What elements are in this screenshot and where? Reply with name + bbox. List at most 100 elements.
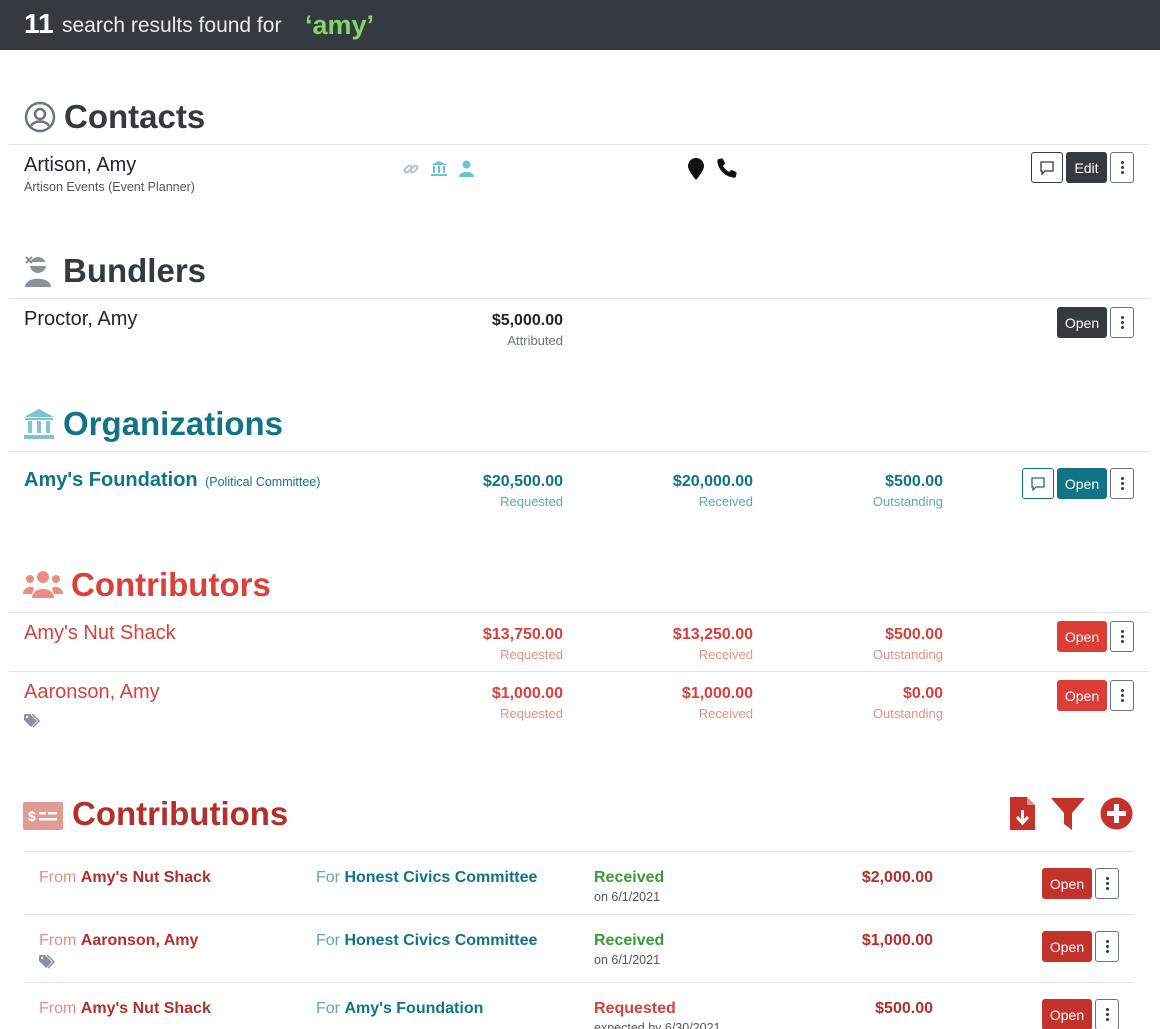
received-amount: $20,000.00 bbox=[672, 473, 753, 490]
contribution-for: For Honest Civics Committee bbox=[316, 869, 538, 886]
for-link[interactable]: Honest Civics Committee bbox=[344, 869, 537, 886]
money-check-icon: $ bbox=[23, 800, 64, 830]
tags-icon[interactable] bbox=[24, 713, 41, 733]
bundler-person-icon bbox=[23, 255, 55, 287]
more-options-button[interactable] bbox=[1110, 307, 1134, 338]
user-circle-icon bbox=[24, 101, 56, 133]
organizations-section-title: Organizations bbox=[23, 405, 283, 443]
divider bbox=[24, 851, 1134, 852]
contributor-name[interactable]: Amy's Nut Shack bbox=[24, 622, 176, 645]
status-date: on 6/1/2021 bbox=[594, 890, 661, 904]
contact-subtitle: Artison Events (Event Planner) bbox=[24, 180, 195, 194]
open-button[interactable]: Open bbox=[1057, 468, 1107, 499]
contribution-amount: $500.00 bbox=[875, 1000, 933, 1017]
bundler-name[interactable]: Proctor, Amy bbox=[24, 308, 137, 331]
received-label: Received bbox=[698, 706, 753, 721]
attributed-label: Attributed bbox=[507, 333, 563, 348]
from-link[interactable]: Amy's Nut Shack bbox=[81, 869, 211, 886]
outstanding-label: Outstanding bbox=[872, 706, 943, 721]
attributed-amount: $5,000.00 bbox=[491, 312, 563, 329]
organization-row: Amy's Foundation (Political Committee) bbox=[24, 469, 320, 492]
kebab-icon bbox=[1120, 689, 1124, 702]
open-button[interactable]: Open bbox=[1042, 999, 1092, 1029]
outstanding-amount: $0.00 bbox=[902, 685, 943, 702]
more-options-button[interactable] bbox=[1095, 931, 1119, 962]
requested-amount: $20,500.00 bbox=[482, 473, 563, 490]
for-link[interactable]: Honest Civics Committee bbox=[344, 932, 537, 949]
status-badge: Received bbox=[594, 869, 665, 886]
open-button[interactable]: Open bbox=[1057, 680, 1107, 711]
open-button[interactable]: Open bbox=[1057, 307, 1107, 338]
status-badge: Received bbox=[594, 932, 665, 949]
search-term: ‘amy’ bbox=[305, 10, 375, 40]
tags-icon[interactable] bbox=[39, 954, 56, 974]
results-count: 11 bbox=[24, 8, 54, 39]
kebab-icon bbox=[1120, 477, 1124, 490]
more-options-button[interactable] bbox=[1110, 680, 1134, 711]
open-button[interactable]: Open bbox=[1057, 621, 1107, 652]
phone-icon[interactable] bbox=[717, 158, 737, 183]
open-button[interactable]: Open bbox=[1042, 931, 1092, 962]
contribution-for: For Amy's Foundation bbox=[316, 1000, 484, 1017]
comment-button[interactable] bbox=[1022, 468, 1054, 499]
for-link[interactable]: Amy's Foundation bbox=[344, 1000, 483, 1017]
contacts-section-title: Contacts bbox=[24, 98, 205, 136]
kebab-icon bbox=[1120, 316, 1124, 329]
contact-name[interactable]: Artison, Amy bbox=[24, 154, 136, 177]
divider bbox=[9, 451, 1149, 452]
organization-type: (Political Committee) bbox=[205, 475, 321, 489]
divider bbox=[24, 982, 1134, 983]
more-options-button[interactable] bbox=[1110, 468, 1134, 499]
divider bbox=[9, 612, 1149, 613]
from-link[interactable]: Amy's Nut Shack bbox=[81, 1000, 211, 1017]
more-options-button[interactable] bbox=[1095, 999, 1119, 1029]
requested-label: Requested bbox=[500, 706, 563, 721]
contribution-amount: $2,000.00 bbox=[861, 869, 933, 886]
divider bbox=[9, 298, 1149, 299]
received-label: Received bbox=[698, 494, 753, 509]
map-marker-icon[interactable] bbox=[688, 158, 704, 185]
status-date: on 6/1/2021 bbox=[594, 953, 661, 967]
more-options-button[interactable] bbox=[1110, 621, 1134, 652]
open-button[interactable]: Open bbox=[1042, 868, 1092, 899]
link-icon[interactable] bbox=[403, 161, 419, 182]
organization-icon[interactable] bbox=[430, 160, 448, 182]
requested-amount: $13,750.00 bbox=[482, 626, 563, 643]
contribution-from: From Aaronson, Amy bbox=[39, 932, 199, 949]
from-link[interactable]: Aaronson, Amy bbox=[81, 932, 199, 949]
requested-label: Requested bbox=[500, 647, 563, 662]
contribution-amount: $1,000.00 bbox=[861, 932, 933, 949]
building-columns-icon bbox=[23, 408, 55, 440]
status-badge: Requested bbox=[594, 1000, 676, 1017]
kebab-icon bbox=[1105, 1008, 1109, 1021]
outstanding-amount: $500.00 bbox=[885, 626, 943, 643]
contributions-section-title: $ Contributions bbox=[23, 795, 288, 833]
requested-amount: $1,000.00 bbox=[491, 685, 563, 702]
outstanding-label: Outstanding bbox=[872, 647, 943, 662]
kebab-icon bbox=[1120, 161, 1124, 174]
add-circle-icon[interactable] bbox=[1100, 797, 1133, 835]
more-options-button[interactable] bbox=[1110, 152, 1134, 183]
received-amount: $13,250.00 bbox=[672, 626, 753, 643]
users-icon bbox=[23, 569, 63, 601]
svg-text:$: $ bbox=[28, 808, 36, 824]
contribution-for: For Honest Civics Committee bbox=[316, 932, 538, 949]
kebab-icon bbox=[1120, 630, 1124, 643]
comment-icon bbox=[1031, 476, 1045, 491]
outstanding-label: Outstanding bbox=[872, 494, 943, 509]
filter-icon[interactable] bbox=[1051, 798, 1085, 835]
outstanding-amount: $500.00 bbox=[885, 473, 943, 490]
contributor-name[interactable]: Aaronson, Amy bbox=[24, 681, 160, 704]
contribution-from: From Amy's Nut Shack bbox=[39, 869, 211, 886]
comment-icon bbox=[1040, 160, 1054, 175]
edit-button[interactable]: Edit bbox=[1066, 152, 1107, 183]
status-date: expected by 6/30/2021 bbox=[594, 1021, 721, 1029]
divider bbox=[9, 671, 1149, 672]
organization-name[interactable]: Amy's Foundation bbox=[24, 469, 198, 491]
person-icon[interactable] bbox=[459, 160, 474, 182]
export-file-icon[interactable] bbox=[1010, 797, 1035, 835]
more-options-button[interactable] bbox=[1095, 868, 1119, 899]
comment-button[interactable] bbox=[1031, 152, 1063, 183]
contributors-section-title: Contributors bbox=[23, 566, 271, 604]
divider bbox=[24, 914, 1134, 915]
